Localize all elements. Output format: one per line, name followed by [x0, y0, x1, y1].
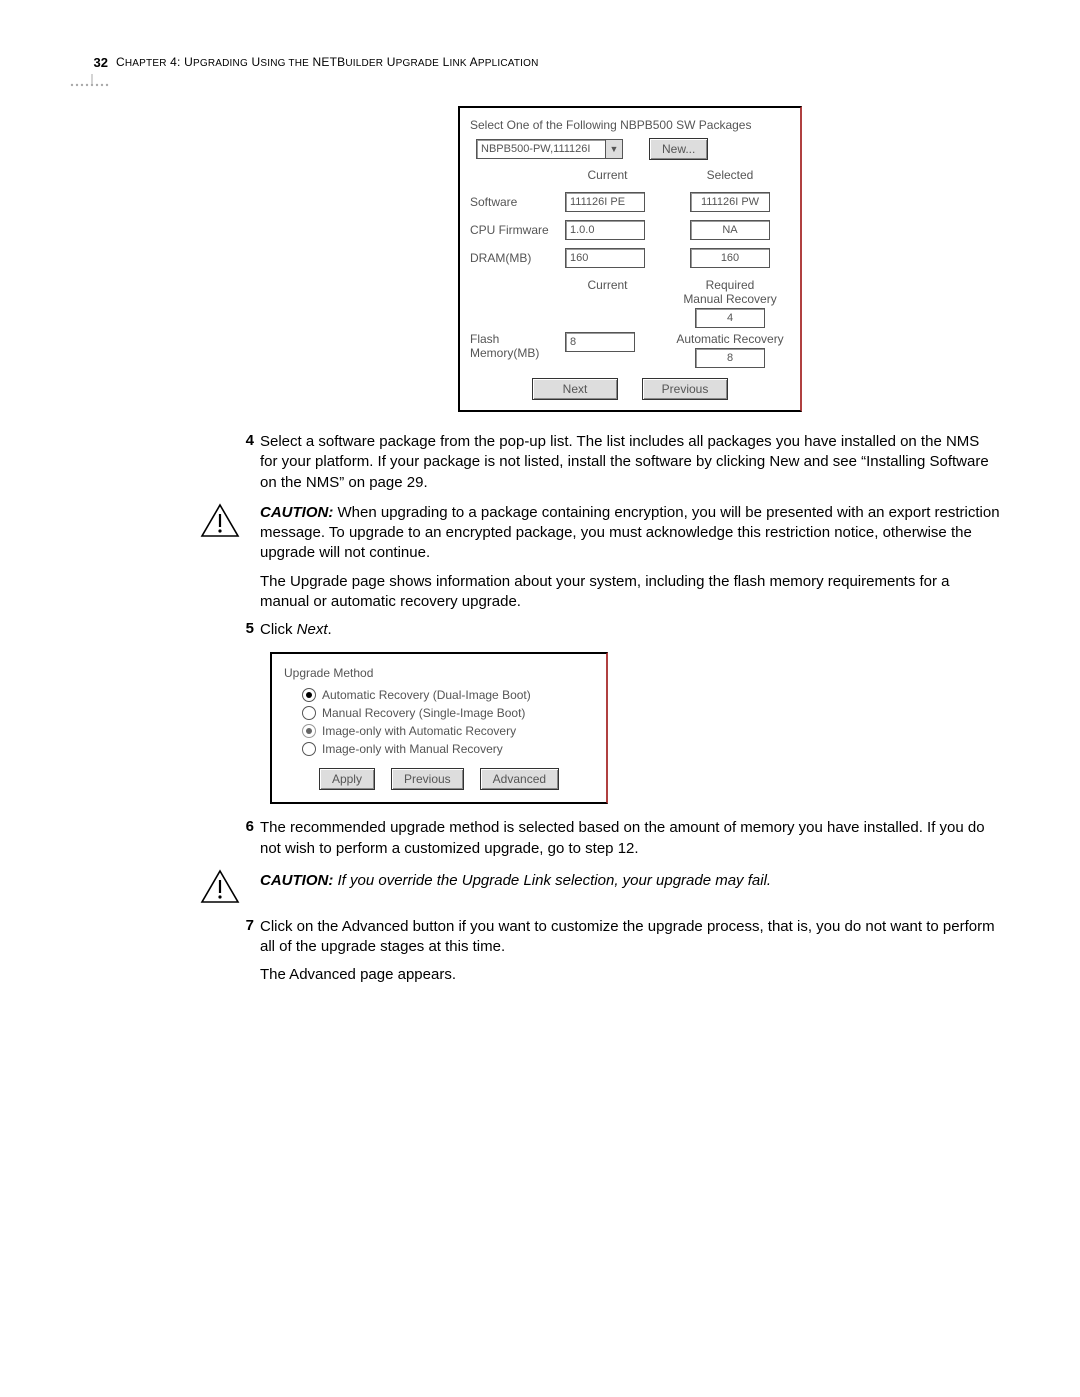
caution-override: CAUTION: If you override the Upgrade Lin… — [260, 869, 1000, 909]
advanced-button[interactable]: Advanced — [480, 768, 559, 790]
step-7: 7 Click on the Advanced button if you wa… — [260, 917, 1000, 958]
caution2-label: CAUTION: — [260, 872, 333, 889]
apply-button[interactable]: Apply — [319, 768, 375, 790]
flash-label: Flash Memory(MB) — [470, 332, 565, 360]
package-dropdown[interactable]: NBPB500-PW,111126I ▼ — [476, 139, 623, 159]
step-6-number: 6 — [230, 818, 260, 859]
caution-label: CAUTION: — [260, 504, 333, 521]
software-label: Software — [470, 195, 565, 209]
upgrade-method-dialog: Upgrade Method Automatic Recovery (Dual-… — [270, 652, 608, 804]
header-dot-ornament — [66, 74, 1010, 86]
opt3-label: Image-only with Automatic Recovery — [322, 724, 516, 738]
opt-image-manual[interactable]: Image-only with Manual Recovery — [302, 742, 594, 756]
upgrade-desc: The Upgrade page shows information about… — [260, 572, 1000, 613]
package-dropdown-value: NBPB500-PW,111126I — [476, 139, 606, 159]
step-7-text: Click on the Advanced button if you want… — [260, 917, 1000, 958]
opt-manual-recovery[interactable]: Manual Recovery (Single-Image Boot) — [302, 706, 594, 720]
caution-encryption: CAUTION: When upgrading to a package con… — [260, 503, 1000, 564]
chapter-title: CHAPTER 4: UPGRADING USING THE NETBUILDE… — [116, 55, 539, 69]
step-6-text: The recommended upgrade method is select… — [260, 818, 1000, 859]
col-selected-head: Selected — [670, 168, 790, 182]
opt4-label: Image-only with Manual Recovery — [322, 742, 503, 756]
manual-recovery-head: Manual Recovery — [670, 292, 790, 306]
step-6: 6 The recommended upgrade method is sele… — [260, 818, 1000, 859]
caution-text: When upgrading to a package containing e… — [260, 504, 1000, 562]
radio-icon — [302, 724, 316, 738]
required-head: Required — [670, 278, 790, 292]
software-selected: 111126I PW — [690, 192, 770, 212]
step-4-text: Select a software package from the pop-u… — [260, 432, 1000, 493]
dram-current: 160 — [565, 248, 645, 268]
opt1-label: Automatic Recovery (Dual-Image Boot) — [322, 688, 531, 702]
flash-current: 8 — [565, 332, 635, 352]
opt-auto-recovery[interactable]: Automatic Recovery (Dual-Image Boot) — [302, 688, 594, 702]
manual-val: 4 — [695, 308, 765, 328]
radio-icon — [302, 706, 316, 720]
software-current: 111126I PE — [565, 192, 645, 212]
auto-val: 8 — [695, 348, 765, 368]
new-button[interactable]: New... — [649, 138, 708, 160]
step-4-number: 4 — [230, 432, 260, 493]
dram-selected: 160 — [690, 248, 770, 268]
warning-icon — [200, 869, 246, 909]
cpu-selected: NA — [690, 220, 770, 240]
radio-icon — [302, 688, 316, 702]
step-5: 5 Click Next. — [260, 620, 1000, 640]
chevron-down-icon[interactable]: ▼ — [606, 139, 623, 159]
auto-recovery-head: Automatic Recovery — [670, 332, 790, 346]
upgrade-method-title: Upgrade Method — [284, 666, 594, 680]
cpu-current: 1.0.0 — [565, 220, 645, 240]
dialog-prompt: Select One of the Following NBPB500 SW P… — [470, 118, 790, 132]
step-4: 4 Select a software package from the pop… — [260, 432, 1000, 493]
page-header: 32 CHAPTER 4: UPGRADING USING THE NETBUI… — [70, 55, 1010, 70]
caution2-text: If you override the Upgrade Link selecti… — [338, 872, 772, 889]
step-5-suffix: . — [328, 621, 332, 638]
dram-label: DRAM(MB) — [470, 251, 565, 265]
radio-icon — [302, 742, 316, 756]
step-5-action: Next — [297, 621, 328, 638]
cpu-label: CPU Firmware — [470, 223, 565, 237]
previous-button[interactable]: Previous — [642, 378, 728, 400]
opt2-label: Manual Recovery (Single-Image Boot) — [322, 706, 525, 720]
flash-current-head: Current — [565, 278, 650, 292]
step-7-number: 7 — [230, 917, 260, 958]
warning-icon — [200, 503, 246, 564]
opt-image-auto[interactable]: Image-only with Automatic Recovery — [302, 724, 594, 738]
step-5-number: 5 — [230, 620, 260, 640]
previous-button-2[interactable]: Previous — [391, 768, 464, 790]
advanced-appears: The Advanced page appears. — [260, 965, 1000, 985]
next-button[interactable]: Next — [532, 378, 618, 400]
col-current-head: Current — [565, 168, 650, 182]
step-5-prefix: Click — [260, 621, 297, 638]
package-select-dialog: Select One of the Following NBPB500 SW P… — [458, 106, 802, 412]
page-number: 32 — [70, 55, 116, 70]
